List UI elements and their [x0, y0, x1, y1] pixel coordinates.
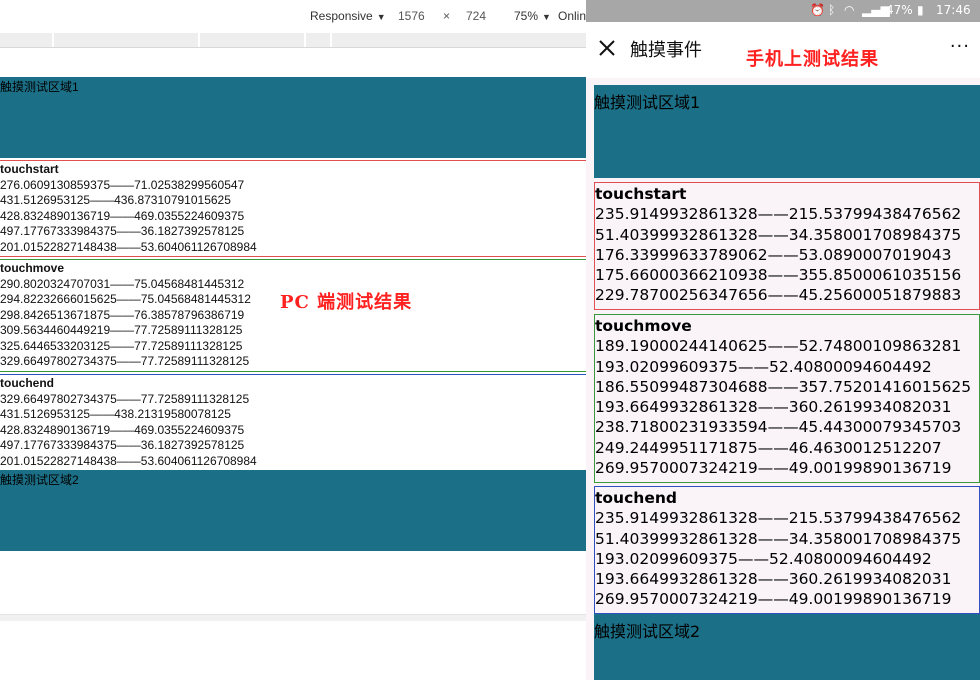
log-border	[0, 371, 586, 372]
log-line: 201.01522827148438——53.604061126708984	[0, 239, 257, 254]
log-line: 193.6649932861328——360.2619934082031	[595, 398, 952, 417]
log-title: touchmove	[0, 261, 65, 275]
log-line: 276.0609130859375——71.02538299560547	[0, 177, 245, 192]
log-line: 51.40399932861328——34.358001708984375	[595, 529, 962, 548]
log-line: 309.5634460449219——77.72589111328125	[0, 323, 243, 337]
log-line: 175.66000366210938——355.8500061035156	[595, 266, 962, 285]
more-icon[interactable]: ···	[950, 36, 970, 57]
media-query-segment[interactable]	[198, 33, 306, 47]
mobile-result-annotation: 手机上测试结果	[746, 49, 879, 70]
log-line: 329.66497802734375——77.72589111328125	[0, 354, 250, 368]
battery-icon: ▮	[917, 3, 924, 17]
log-border	[0, 256, 586, 257]
log-title: touchend	[0, 376, 54, 390]
media-query-segment[interactable]	[52, 33, 200, 47]
device-mode-label: Responsive	[310, 9, 373, 23]
battery-level: 47%	[886, 3, 913, 17]
touch-test-zone-1[interactable]: 触摸测试区域1	[594, 85, 980, 178]
log-line: 497.17767333984375——36.1827392578125	[0, 224, 245, 238]
log-line: 329.66497802734375——77.72589111328125	[0, 391, 250, 406]
devtools-device-toolbar: Responsive ▼ 1576 × 724 75% ▼ Onlin	[0, 0, 586, 34]
zoom-value: 75%	[514, 9, 539, 23]
log-line: 497.17767333984375——36.1827392578125	[0, 438, 245, 452]
viewport-height-input[interactable]: 724	[466, 8, 506, 25]
touch-test-zone-2[interactable]: 触摸测试区域2	[0, 470, 586, 551]
media-query-segment[interactable]	[0, 33, 54, 47]
log-line: 269.9570007324219——49.00199890136719	[595, 590, 952, 609]
log-line: 325.6446533203125——77.72589111328125	[0, 338, 243, 353]
zone-label: 触摸测试区域1	[0, 80, 79, 94]
log-line: 235.9149932861328——215.53799438476562	[595, 205, 962, 224]
log-line: 428.8324890136719——469.0355224609375	[0, 422, 245, 437]
log-line: 431.5126953125——438.21319580078125	[0, 407, 231, 421]
log-line: 193.6649932861328——360.2619934082031	[595, 570, 952, 589]
zone-label: 触摸测试区域2	[0, 473, 79, 487]
log-line: 269.9570007324219——49.00199890136719	[595, 459, 952, 478]
viewport-width-value: 1576	[398, 9, 425, 23]
nav-title: 触摸事件	[630, 40, 702, 61]
viewport-width-input[interactable]: 1576	[398, 8, 438, 25]
touchstart-log: touchstart 276.0609130859375——71.0253829…	[0, 162, 586, 255]
pc-devtools-view: Responsive ▼ 1576 × 724 75% ▼ Onlin 触摸测试区域…	[0, 0, 586, 680]
device-mode-select[interactable]: Responsive ▼	[310, 9, 386, 23]
touchend-log: touchend 329.66497802734375——77.72589111…	[0, 376, 586, 469]
mobile-view: ⏰ ᛒ ◠ ▂▄▆ 47% ▮ 17:46 触摸事件 ··· 手机上测试结果 触…	[586, 0, 980, 680]
media-query-segment[interactable]	[304, 33, 332, 47]
wifi-icon: ◠	[844, 3, 855, 17]
log-line: 193.02099609375——52.40800094604492	[595, 357, 932, 376]
log-title: touchstart	[0, 162, 59, 176]
log-line: 193.02099609375——52.40800094604492	[595, 549, 932, 568]
log-line: 186.55099487304688——357.75201416015625	[595, 377, 972, 396]
network-throttle-select[interactable]: Onlin	[558, 9, 586, 23]
bluetooth-icon: ᛒ	[828, 3, 836, 17]
log-line: 238.71800231933594——45.44300079345703	[595, 418, 962, 437]
zone-label: 触摸测试区域1	[594, 93, 701, 112]
log-line: 431.5126953125——436.87310791015625	[0, 193, 231, 207]
log-line: 428.8324890136719——469.0355224609375	[0, 208, 245, 223]
log-title: touchend	[595, 489, 677, 507]
touchstart-log: touchstart 235.9149932861328——215.537994…	[594, 182, 980, 310]
log-line: 51.40399932861328——34.358001708984375	[595, 225, 962, 244]
media-query-bar[interactable]	[0, 33, 586, 48]
devtools-bottom-bar	[0, 614, 586, 621]
network-throttle-value: Onlin	[558, 9, 586, 23]
log-border	[0, 374, 586, 375]
log-title: touchmove	[595, 317, 692, 335]
status-time: 17:46	[936, 3, 971, 17]
log-line: 249.2449951171875——46.4630012512207	[595, 438, 942, 457]
zone-label: 触摸测试区域2	[594, 622, 701, 641]
touch-test-zone-2[interactable]: 触摸测试区域2	[594, 614, 980, 680]
pc-result-annotation: PC 端测试结果	[280, 292, 413, 313]
touch-test-zone-1[interactable]: 触摸测试区域1	[0, 77, 586, 158]
log-border	[0, 160, 586, 161]
touchend-log: touchend 235.9149932861328——215.53799438…	[594, 486, 980, 614]
touchmove-log: touchmove 189.19000244140625——52.7480010…	[594, 314, 980, 483]
chevron-down-icon: ▼	[542, 12, 551, 22]
close-icon[interactable]	[596, 37, 618, 59]
dimension-separator: ×	[443, 9, 451, 23]
log-line: 235.9149932861328——215.53799438476562	[595, 509, 962, 528]
log-line: 201.01522827148438——53.604061126708984	[0, 453, 257, 468]
log-title: touchstart	[595, 185, 687, 203]
chevron-down-icon: ▼	[376, 12, 386, 22]
status-bar: ⏰ ᛒ ◠ ▂▄▆ 47% ▮ 17:46	[586, 0, 980, 22]
log-line: 176.33999633789062——53.0890007019043	[595, 245, 952, 264]
alarm-icon: ⏰	[810, 3, 825, 17]
log-line: 189.19000244140625——52.74800109863281	[595, 337, 962, 356]
zoom-select[interactable]: 75% ▼	[514, 9, 551, 23]
log-line: 229.78700256347656——45.25600051879883	[595, 286, 962, 305]
log-border	[0, 259, 586, 260]
viewport-height-value: 724	[466, 9, 487, 23]
touchmove-log: touchmove 290.8020324707031——75.04568481…	[0, 261, 586, 370]
